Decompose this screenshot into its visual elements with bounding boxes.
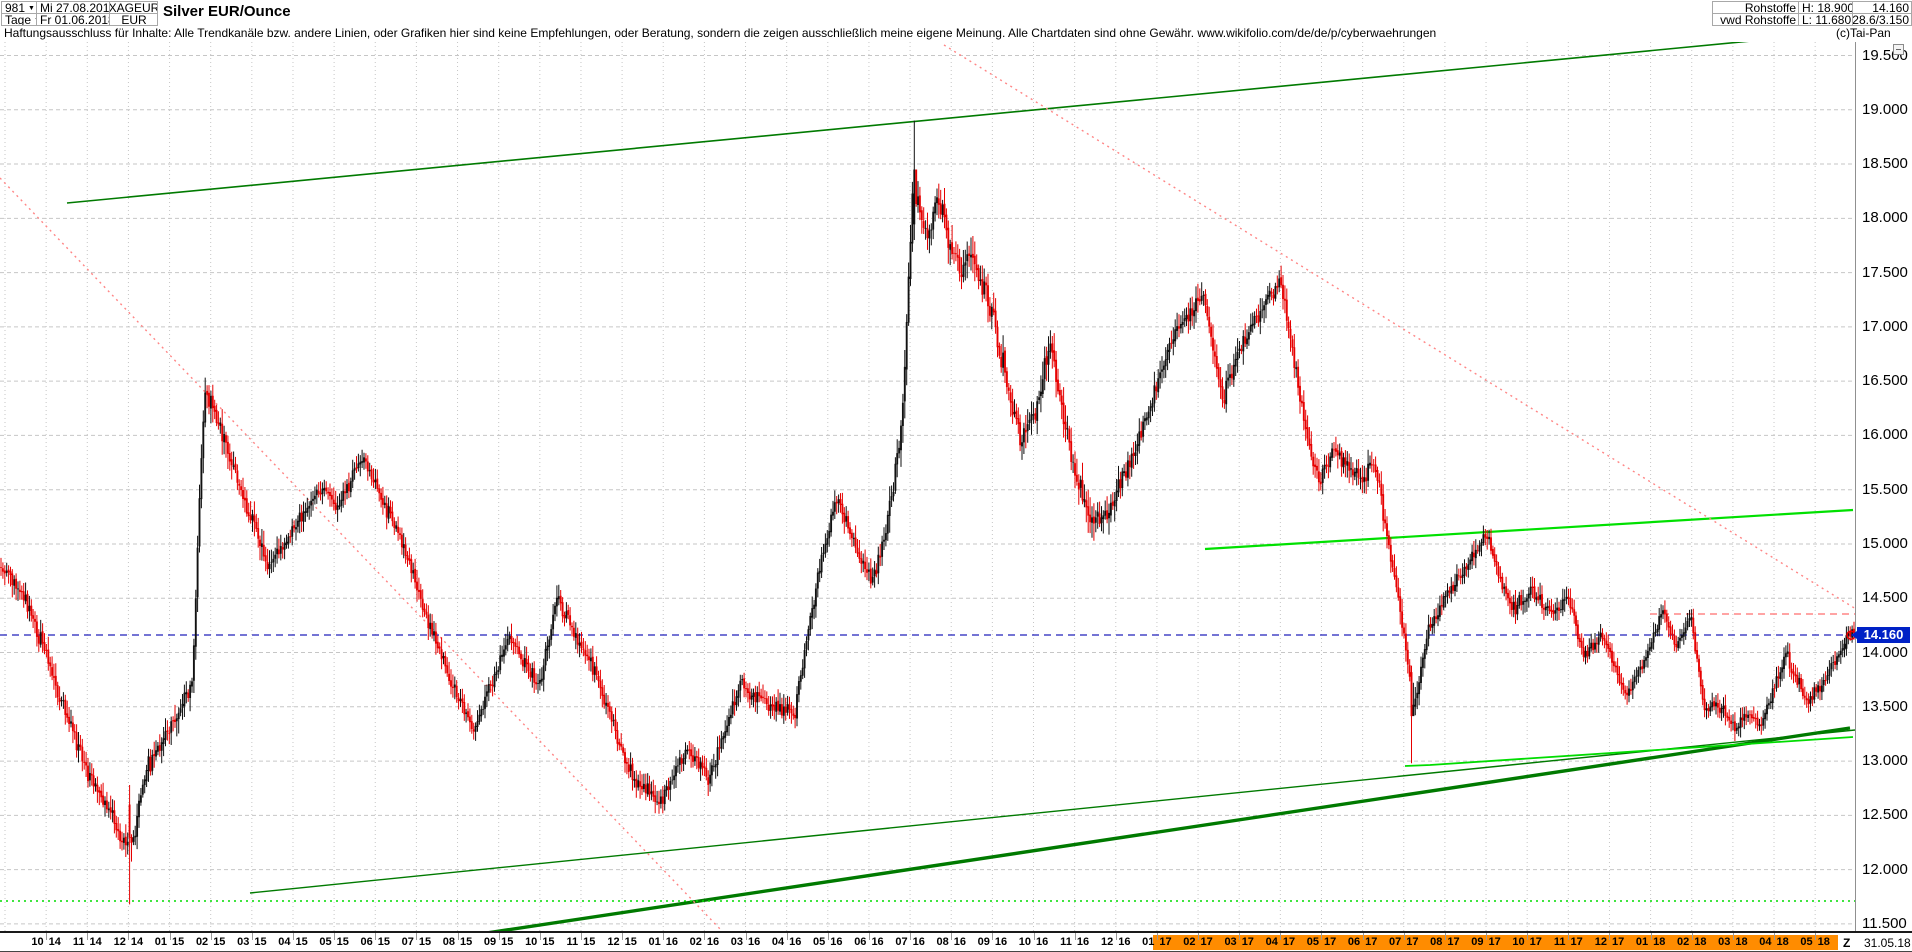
last-price-marker-tail	[1851, 631, 1857, 640]
month-label: 01 15	[154, 936, 185, 948]
month-label: 04 18	[1759, 936, 1789, 948]
month-label: 05 16	[813, 936, 843, 948]
month-label: 12 15	[607, 936, 637, 948]
month-label: 09 16	[977, 936, 1008, 948]
month-label: 05 15	[319, 936, 349, 948]
month-label: 12 17	[1594, 936, 1625, 948]
month-label: 06 15	[360, 936, 391, 948]
last-price-marker: 14.160	[1857, 627, 1910, 644]
period-value: Tage	[5, 13, 32, 26]
month-label: 01 17	[1142, 936, 1172, 948]
y-axis-label: 12.000	[1862, 860, 1908, 878]
y-axis-label: 18.500	[1862, 155, 1908, 173]
month-label: 01 16	[648, 936, 678, 948]
month-label: 11 15	[566, 936, 596, 948]
y-axis-label: 18.000	[1862, 209, 1908, 227]
month-label: 11 14	[72, 936, 102, 948]
month-label: 02 17	[1183, 936, 1213, 948]
month-label: 03 18	[1718, 936, 1748, 948]
y-axis-label: 13.500	[1862, 697, 1908, 715]
end-date-label: 31.05.18	[1864, 936, 1911, 950]
month-label: 05 17	[1306, 936, 1337, 948]
extra-value-cell: 28.6/3.150	[1852, 13, 1912, 26]
currency-cell: EUR	[109, 13, 158, 26]
ohlc-bars-down	[0, 169, 1855, 846]
month-label: 04 15	[278, 936, 308, 948]
y-axis-label: 13.000	[1862, 752, 1908, 770]
chart-header: 981▼ Tage▼ Mi 27.08.2014 Fr 01.06.2018 X…	[0, 0, 1912, 26]
price-chart-canvas[interactable]	[0, 30, 1857, 939]
lower-trendline-thick-dark-green[interactable]	[459, 726, 1851, 939]
month-label: 11 16	[1060, 936, 1090, 948]
date-to-cell[interactable]: Fr 01.06.2018	[36, 13, 110, 26]
y-axis-label: 11.500	[1862, 914, 1907, 932]
disclaimer-text: Haftungsausschluss für Inhalte: Alle Tre…	[4, 26, 1437, 40]
y-axis-label: 15.000	[1862, 534, 1908, 552]
plot-right-border	[1855, 42, 1856, 952]
y-axis-label: 12.500	[1862, 806, 1908, 824]
last-bar-marker: Z	[1843, 936, 1851, 950]
month-label: 03 17	[1224, 936, 1254, 948]
falling-dotted-red-left[interactable]	[0, 177, 722, 931]
month-label: 10 17	[1512, 936, 1542, 948]
month-label: 08 15	[442, 936, 473, 948]
price-axis: 19.500 19.000 18.500 18.000 17.500 17.000 16.5…	[1856, 42, 1912, 931]
upper-trendline-dark-green[interactable]	[66, 30, 1856, 204]
y-axis-label: 17.000	[1862, 317, 1908, 335]
ohlc-bars-up	[5, 169, 1854, 846]
ohlc-bars-down	[0, 175, 1855, 905]
month-label: 09 15	[483, 936, 514, 948]
month-label: 01 18	[1635, 936, 1666, 948]
month-label: 02 15	[195, 936, 226, 948]
y-axis-label: 19.000	[1862, 100, 1908, 118]
month-label: 04 16	[771, 936, 802, 948]
month-label: 02 16	[689, 936, 720, 948]
resistance-bright-green[interactable]	[1204, 508, 1854, 551]
page-title: Silver EUR/Ounce	[163, 3, 291, 20]
copyright-label: (c)Tai-Pan	[1836, 26, 1891, 40]
month-label: 06 17	[1347, 936, 1378, 948]
month-label: 03 16	[730, 936, 761, 948]
chevron-down-icon: ▼	[28, 4, 35, 12]
month-label: 07 17	[1389, 936, 1419, 948]
month-label: 07 16	[895, 936, 925, 948]
lower-trendline-thin-dark-green[interactable]	[249, 729, 1856, 894]
y-axis-label: 17.500	[1862, 263, 1908, 281]
month-label: 02 18	[1676, 936, 1707, 948]
month-label: 08 16	[936, 936, 966, 948]
month-label: 09 17	[1471, 936, 1501, 948]
period-low-cell: L: 11.680	[1798, 13, 1853, 26]
month-label: 11 17	[1553, 936, 1583, 948]
minimize-icon[interactable]	[1893, 44, 1904, 55]
month-label: 08 17	[1430, 936, 1460, 948]
month-label: 06 16	[854, 936, 884, 948]
y-axis-label: 15.500	[1862, 480, 1908, 498]
month-label: 12 16	[1101, 936, 1131, 948]
month-label: 10 16	[1018, 936, 1049, 948]
y-axis-label: 14.000	[1862, 643, 1908, 661]
y-axis-label: 16.000	[1862, 426, 1908, 444]
month-label: 05 18	[1800, 936, 1830, 948]
y-axis-label: 14.500	[1862, 589, 1908, 607]
month-label: 12 14	[113, 936, 144, 948]
month-label: 03 15	[237, 936, 267, 948]
time-axis: Z 31.05.18 10 14 11 14 12 14 01 15 02 15 03 15 04 15 0…	[0, 933, 1912, 952]
y-axis-label: 16.500	[1862, 372, 1908, 390]
month-label: 04 17	[1265, 936, 1296, 948]
period-dropdown[interactable]: Tage▼	[1, 13, 37, 26]
month-label: 07 15	[401, 936, 432, 948]
bars-count-value: 981	[5, 1, 26, 14]
provider-cell: vwd Rohstoffe	[1712, 13, 1799, 26]
month-label: 10 15	[525, 936, 555, 948]
month-label: 10 14	[31, 936, 61, 948]
